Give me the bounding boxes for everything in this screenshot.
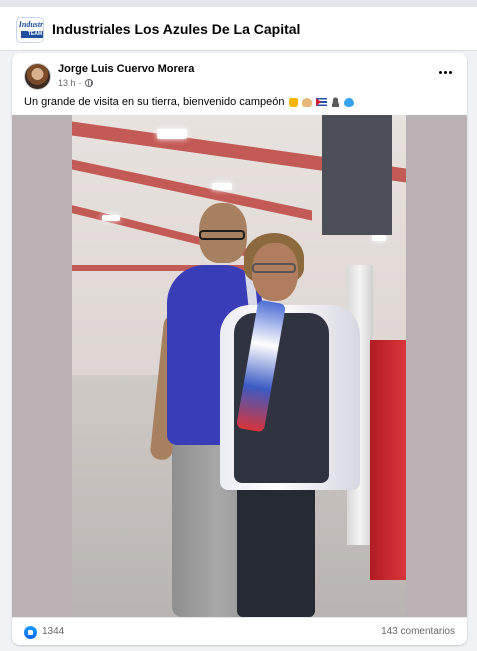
group-logo[interactable]: Industr TEAM <box>16 17 44 43</box>
cuba-flag-icon <box>315 98 327 107</box>
like-reaction-icon[interactable] <box>24 626 37 639</box>
comment-count[interactable]: 143 comentarios <box>381 626 455 637</box>
thumbs-up-icon <box>288 97 298 107</box>
person-silhouette-icon <box>330 97 340 108</box>
post-photo[interactable] <box>72 115 406 617</box>
author-avatar[interactable] <box>24 63 51 90</box>
folded-hands-icon <box>301 97 312 107</box>
photo-woman-pants <box>237 480 315 617</box>
caption-text: Un grande de visita en su tierra, bienve… <box>24 96 285 108</box>
post-card: Jorge Luis Cuervo Morera 13 h · Un grand… <box>12 53 467 645</box>
author-name[interactable]: Jorge Luis Cuervo Morera <box>58 63 194 75</box>
group-logo-text: Industr <box>18 20 44 29</box>
group-logo-bar: TEAM <box>21 31 43 38</box>
group-header: Industr TEAM Industriales Los Azules De … <box>0 7 477 51</box>
photo-ceiling-light <box>102 215 120 221</box>
reaction-count[interactable]: 1344 <box>42 626 64 637</box>
photo-woman-glasses <box>252 263 296 273</box>
more-dot <box>448 70 452 74</box>
more-horizontal-icon <box>438 70 442 74</box>
photo-ceiling-light <box>157 129 187 139</box>
globe-icon <box>84 79 93 87</box>
post-timestamp[interactable]: 13 h <box>58 78 76 88</box>
group-title[interactable]: Industriales Los Azules De La Capital <box>52 21 300 37</box>
post-meta: 13 h · <box>58 78 93 88</box>
more-dot <box>443 70 447 74</box>
photo-ceiling-light <box>372 235 386 241</box>
page-bottom-edge <box>0 647 477 651</box>
meta-separator: · <box>78 78 82 88</box>
post-photo-frame <box>12 115 467 617</box>
photo-man-glasses <box>199 230 245 240</box>
more-options-button[interactable] <box>433 63 457 81</box>
blue-heart-icon <box>343 97 354 107</box>
thumb-icon <box>28 630 33 635</box>
post-caption: Un grande de visita en su tierra, bienve… <box>24 96 354 108</box>
photo-red-counter <box>370 340 406 580</box>
photo-dark-panel <box>322 115 392 235</box>
browser-top-edge <box>0 0 477 7</box>
photo-ceiling-light <box>212 183 232 190</box>
reactions-bar: 1344 143 comentarios <box>12 617 467 645</box>
